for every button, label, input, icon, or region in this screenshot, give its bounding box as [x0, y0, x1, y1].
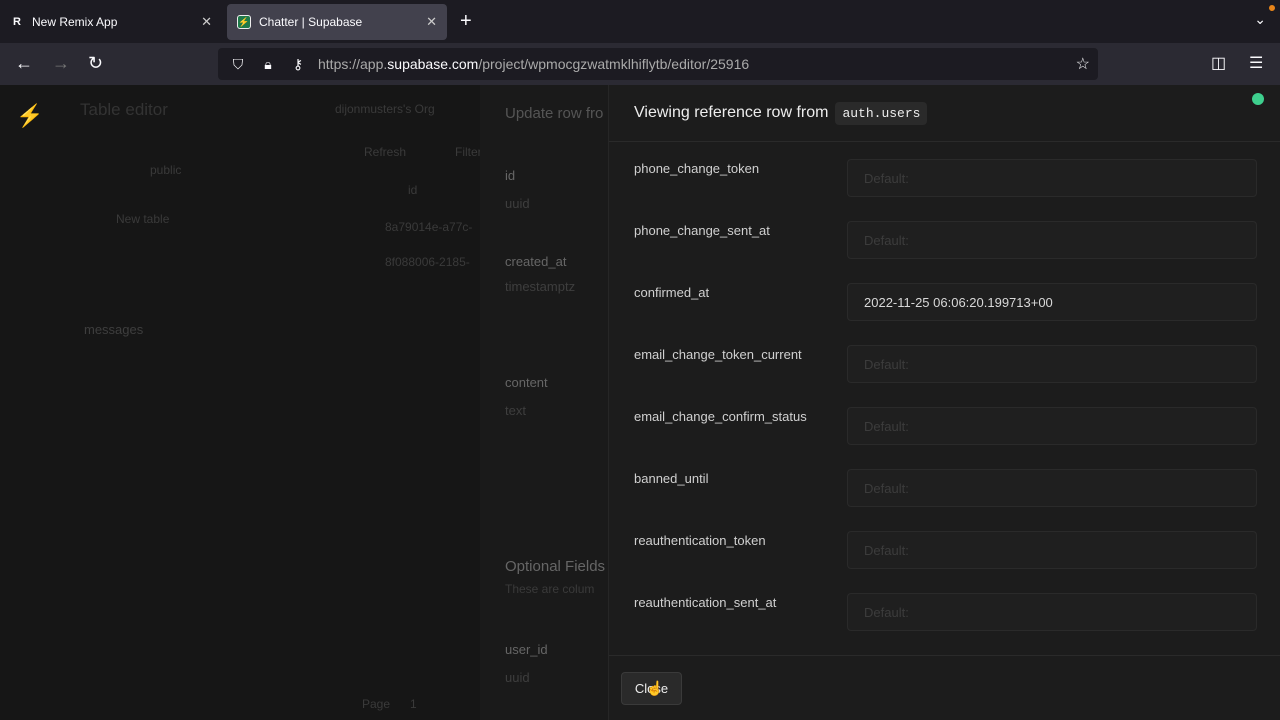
url-path: /project/wpmocgzwatmklhiflytb/editor/259… — [478, 56, 750, 72]
field-value: 2022-11-25 06:06:20.199713+00 — [864, 294, 1053, 310]
field-type: uuid — [505, 670, 530, 685]
field-input[interactable]: Default: — [847, 469, 1257, 507]
list-tabs-chevron-icon[interactable]: ⌄ — [1254, 11, 1266, 28]
field-type: timestamptz — [505, 279, 576, 294]
panel-title: Viewing reference row from — [634, 104, 829, 121]
tab-new-remix-app[interactable]: R New Remix App ✕ — [0, 4, 222, 40]
field-label: confirmed_at — [634, 285, 710, 300]
field-label: phone_change_sent_at — [634, 223, 770, 238]
field-row: confirmed_at 2022-11-25 06:06:20.199713+… — [634, 283, 1259, 323]
field-input[interactable]: 2022-11-25 06:06:20.199713+00 — [847, 283, 1257, 321]
panel-header: Viewing reference row from auth.users — [609, 85, 1280, 142]
field-row: reauthentication_token Default: — [634, 531, 1259, 571]
status-dot — [1252, 93, 1264, 105]
field-row: email_change_confirm_status Default: — [634, 407, 1259, 447]
page-number: 1 — [410, 697, 417, 711]
lock-icon[interactable]: 🔒︎ — [258, 56, 278, 73]
address-bar[interactable]: ⛉ 🔒︎ ⚷ https://app.supabase.com/project/… — [218, 48, 1098, 80]
field-label: reauthentication_token — [634, 533, 766, 548]
tab-title: Chatter | Supabase — [259, 15, 363, 29]
field-label: banned_until — [634, 471, 709, 486]
table-cell: 8a79014e-a77c- — [385, 220, 473, 234]
new-tab-button[interactable]: + — [460, 10, 472, 33]
forward-button[interactable]: → — [52, 53, 70, 74]
field-name: user_id — [505, 642, 548, 657]
shield-icon[interactable]: ⛉ — [228, 56, 248, 73]
bookmark-star-icon[interactable]: ☆ — [1076, 54, 1090, 74]
column-header-id: id — [408, 183, 418, 197]
field-input[interactable]: Default: — [847, 221, 1257, 259]
update-row-panel: Update row fro id uuid created_at timest… — [480, 85, 610, 720]
field-name: content — [505, 375, 548, 390]
refresh-button[interactable]: Refresh — [364, 145, 406, 159]
field-type: uuid — [505, 196, 530, 211]
filter-button[interactable]: Filter — [455, 145, 482, 159]
nav-toolbar: ← → ↻ ⛉ 🔒︎ ⚷ https://app.supabase.com/pr… — [0, 43, 1280, 85]
field-placeholder: Default: — [864, 356, 909, 372]
notification-dot — [1269, 5, 1275, 11]
optional-fields-desc: These are colum — [505, 582, 595, 596]
field-placeholder: Default: — [864, 418, 909, 434]
panel-footer: Close — [609, 655, 1280, 720]
field-row: phone_change_sent_at Default: — [634, 221, 1259, 261]
supabase-logo-icon: ⚡ — [16, 103, 44, 128]
field-input[interactable]: Default: — [847, 159, 1257, 197]
table-cell: 8f088006-2185- — [385, 255, 470, 269]
page-title: Table editor — [80, 100, 168, 119]
field-input[interactable]: Default: — [847, 531, 1257, 569]
field-label: phone_change_token — [634, 161, 760, 176]
page-label: Page — [362, 697, 391, 711]
close-tab-icon[interactable]: ✕ — [426, 14, 437, 30]
tab-bar: R New Remix App ✕ ⚡ Chatter | Supabase ✕… — [0, 0, 1280, 43]
optional-fields-title: Optional Fields — [505, 558, 606, 575]
back-button[interactable]: ← — [15, 53, 33, 74]
reference-row-panel: Viewing reference row from auth.users ph… — [608, 85, 1280, 720]
field-row: banned_until Default: — [634, 469, 1259, 509]
field-row: reauthentication_sent_at Default: — [634, 593, 1259, 633]
reload-button[interactable]: ↻ — [88, 53, 103, 74]
field-label: email_change_confirm_status — [634, 409, 807, 424]
tab-chatter-supabase[interactable]: ⚡ Chatter | Supabase ✕ — [227, 4, 447, 40]
remix-logo-icon: R — [13, 16, 21, 28]
org-name: dijonmusters's Org — [335, 102, 435, 116]
supabase-logo-icon: ⚡ — [237, 15, 251, 29]
field-label: email_change_token_current — [634, 347, 802, 362]
key-icon[interactable]: ⚷ — [288, 56, 308, 73]
table-name-badge: auth.users — [835, 101, 928, 125]
field-placeholder: Default: — [864, 170, 909, 186]
new-table-button[interactable]: New table — [116, 212, 169, 226]
url-prefix: https://app. — [318, 56, 388, 72]
field-input[interactable]: Default: — [847, 593, 1257, 631]
url-text[interactable]: https://app.supabase.com/project/wpmocgz… — [318, 56, 749, 72]
pocket-icon[interactable]: ◫ — [1211, 53, 1226, 73]
field-type: text — [505, 403, 526, 418]
field-name: created_at — [505, 254, 567, 269]
field-placeholder: Default: — [864, 542, 909, 558]
close-tab-icon[interactable]: ✕ — [201, 14, 212, 30]
tab-title: New Remix App — [32, 15, 118, 29]
schema-select[interactable]: public — [150, 163, 181, 177]
panel-title: Update row fro — [505, 105, 604, 122]
mouse-cursor-icon: ☝ — [646, 680, 664, 696]
field-label: reauthentication_sent_at — [634, 595, 777, 610]
field-placeholder: Default: — [864, 232, 909, 248]
url-domain: supabase.com — [387, 56, 479, 72]
menu-icon[interactable]: ☰ — [1249, 53, 1263, 73]
field-input[interactable]: Default: — [847, 345, 1257, 383]
field-name: id — [505, 168, 516, 183]
field-row: email_change_token_current Default: — [634, 345, 1259, 385]
field-row: phone_change_token Default: — [634, 159, 1259, 199]
field-placeholder: Default: — [864, 604, 909, 620]
field-input[interactable]: Default: — [847, 407, 1257, 445]
field-placeholder: Default: — [864, 480, 909, 496]
table-item-messages[interactable]: messages — [84, 322, 143, 337]
